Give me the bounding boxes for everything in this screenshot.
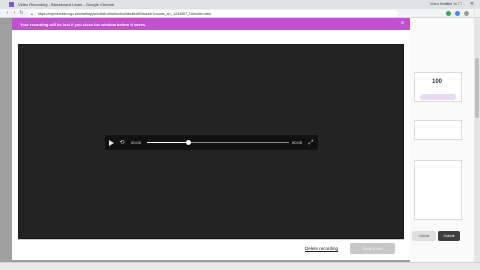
close-icon[interactable]: ×	[399, 21, 406, 28]
forward-icon[interactable]: ›	[11, 10, 18, 17]
cancel-button[interactable]: Cancel	[412, 231, 436, 241]
window-titlebar: Video Recording - Blackboard Learn - Goo…	[0, 0, 480, 9]
maximize-icon[interactable]: □	[454, 0, 466, 9]
window-controls: – □ ✕	[442, 0, 478, 9]
scrollbar-thumb[interactable]	[475, 58, 479, 118]
lock-icon: 🔒︎	[31, 11, 33, 16]
url-text[interactable]: https://myriverside.rcgc.edu/webapps/col…	[38, 12, 393, 16]
media-player-controls: ⟲ 00:00 00:05 ⤢	[105, 135, 318, 150]
submit-button[interactable]: Submit	[438, 231, 460, 241]
recording-modal: Your recording will be lost if you close…	[12, 18, 410, 260]
duration-time: 00:05	[292, 139, 303, 145]
delete-recording-link[interactable]: Delete recording	[305, 246, 338, 251]
grade-score: 100	[432, 79, 443, 85]
seek-bar[interactable]	[147, 140, 289, 145]
window-title: Video Recording - Blackboard Learn - Goo…	[18, 2, 115, 7]
details-card	[414, 160, 462, 220]
seek-handle[interactable]	[185, 140, 191, 145]
window-close-icon[interactable]: ✕	[466, 0, 478, 9]
bottom-strip	[0, 262, 480, 270]
video-preview: ⟲ 00:00 00:05 ⤢	[18, 44, 404, 239]
address-bar[interactable]: 🔒︎ https://myriverside.rcgc.edu/webapps/…	[28, 10, 398, 17]
info-card	[414, 120, 462, 140]
footer-divider	[18, 239, 404, 240]
page-scrollbar[interactable]	[474, 18, 480, 270]
extension-icon[interactable]	[455, 11, 460, 16]
reload-icon[interactable]: ↻	[18, 10, 25, 17]
save-and-exit-button[interactable]: Save & exit	[350, 243, 395, 254]
minimize-icon[interactable]: –	[442, 0, 454, 9]
extension-icon[interactable]	[446, 11, 451, 16]
rewind-icon[interactable]: ⟲	[118, 139, 126, 147]
seek-progress	[147, 142, 189, 143]
menu-icon[interactable]: ⋮	[471, 10, 478, 17]
play-icon[interactable]	[109, 139, 114, 146]
warning-banner: Your recording will be lost if you close…	[12, 18, 410, 30]
browser-toolbar: ‹ › ↻ 🔒︎ https://myriverside.rcgc.edu/we…	[0, 9, 480, 18]
back-icon[interactable]: ‹	[4, 10, 11, 17]
fullscreen-icon[interactable]: ⤢	[307, 139, 315, 147]
warning-banner-text: Your recording will be lost if you close…	[20, 21, 147, 27]
grade-status-pill	[420, 94, 456, 100]
app-favicon-icon	[9, 2, 14, 7]
current-time: 00:00	[131, 139, 142, 145]
profile-avatar-icon[interactable]	[464, 11, 469, 16]
